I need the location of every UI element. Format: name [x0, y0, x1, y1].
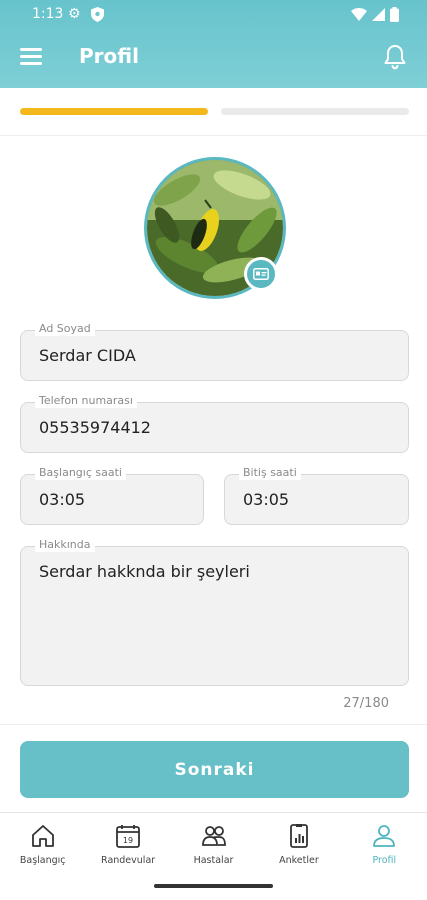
- nav-label-appointments: Randevular: [101, 855, 156, 866]
- end-time-field[interactable]: Bitiş saati 03:05: [224, 466, 409, 525]
- divider: [0, 724, 427, 725]
- settings-status-icon: ⚙: [68, 6, 81, 22]
- nav-label-surveys: Anketler: [279, 855, 319, 866]
- calendar-icon: 19: [116, 825, 141, 848]
- about-label: Hakkında: [35, 538, 95, 552]
- about-field[interactable]: Hakkında Serdar hakknda bir şeyleri: [20, 538, 409, 686]
- app-header: 1:13 ⚙ Profil: [0, 0, 427, 88]
- phone-field[interactable]: Telefon numarası 05535974412: [20, 394, 409, 453]
- status-time: 1:13: [32, 6, 64, 22]
- menu-icon[interactable]: [20, 48, 42, 66]
- gesture-bar[interactable]: [154, 884, 273, 888]
- nav-label-patients: Hastalar: [193, 855, 234, 866]
- end-time-label: Bitiş saati: [239, 466, 301, 480]
- name-field[interactable]: Ad Soyad Serdar CIDA: [20, 322, 409, 381]
- users-icon: [201, 826, 226, 846]
- character-counter: 27/180: [343, 696, 389, 711]
- phone-value: 05535974412: [39, 418, 151, 437]
- nav-label-home: Başlangıç: [19, 855, 66, 866]
- nav-item-patients[interactable]: Hastalar: [171, 813, 256, 878]
- chart-icon: [290, 824, 308, 848]
- page-title: Profil: [79, 44, 139, 68]
- battery-icon: [390, 7, 399, 22]
- nav-item-home[interactable]: Başlangıç: [0, 813, 85, 878]
- svg-text:19: 19: [123, 836, 133, 845]
- next-button[interactable]: Sonraki: [20, 741, 409, 798]
- shield-status-icon: [91, 7, 104, 22]
- name-value: Serdar CIDA: [39, 346, 136, 365]
- progress-step-1: [20, 108, 208, 115]
- nav-item-profile[interactable]: Profil: [342, 813, 427, 878]
- phone-label: Telefon numarası: [35, 394, 137, 408]
- start-time-label: Başlangıç saati: [35, 466, 126, 480]
- about-value: Serdar hakknda bir şeyleri: [39, 562, 250, 581]
- home-icon: [31, 825, 54, 847]
- nav-label-profile: Profil: [372, 855, 397, 866]
- name-label: Ad Soyad: [35, 322, 95, 336]
- wifi-icon: [351, 8, 367, 21]
- bell-icon[interactable]: [383, 44, 407, 70]
- start-time-field[interactable]: Başlangıç saati 03:05: [20, 466, 204, 525]
- id-card-icon: [253, 268, 269, 280]
- progress-step-2: [221, 108, 409, 115]
- start-time-value: 03:05: [39, 490, 86, 509]
- bottom-nav: Başlangıç 19 Randevular Hastalar Anketle…: [0, 812, 427, 878]
- status-indicators: [351, 7, 399, 22]
- nav-item-surveys[interactable]: Anketler: [256, 813, 341, 878]
- signal-icon: [372, 8, 385, 21]
- nav-item-appointments[interactable]: 19 Randevular: [85, 813, 170, 878]
- change-photo-button[interactable]: [244, 257, 278, 291]
- profile-icon: [373, 825, 396, 847]
- end-time-value: 03:05: [243, 490, 290, 509]
- status-bar: 1:13 ⚙: [0, 0, 427, 30]
